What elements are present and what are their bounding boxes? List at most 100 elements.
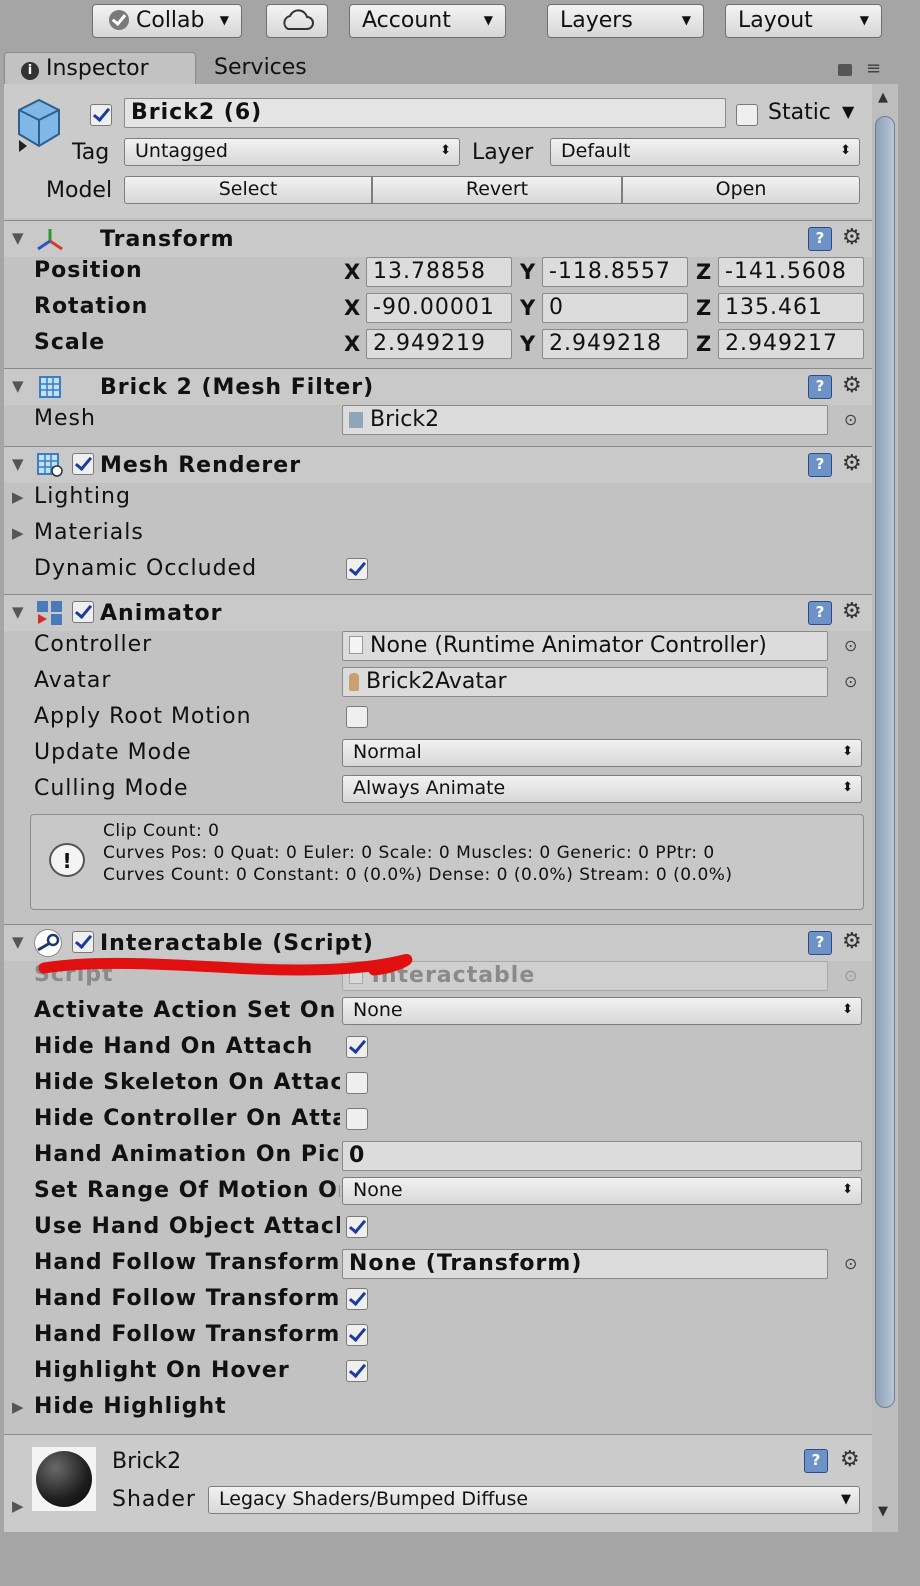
highlight-on-hover-checkbox[interactable]: [346, 1360, 368, 1382]
help-icon[interactable]: ?: [808, 453, 832, 477]
layers-button[interactable]: Layers ▼: [547, 4, 704, 38]
hand-animation-field[interactable]: 0: [342, 1141, 862, 1171]
hand-follow-transform-checkbox-2[interactable]: [346, 1288, 368, 1310]
gear-icon[interactable]: ⚙: [840, 1449, 860, 1471]
material-preview-sphere[interactable]: [32, 1447, 96, 1511]
materials-foldout[interactable]: Materials: [34, 518, 144, 548]
layer-dropdown[interactable]: Default ⬍: [550, 138, 860, 166]
highlight-on-hover-label: Highlight On Hover: [34, 1358, 290, 1383]
foldout-open-icon[interactable]: ▼: [12, 455, 24, 473]
transform-axes-icon: [37, 229, 63, 251]
static-dropdown-icon[interactable]: ▼: [842, 102, 854, 121]
layer-value: Default: [561, 140, 631, 162]
scale-x-field[interactable]: 2.949219: [366, 329, 512, 359]
object-picker-icon[interactable]: ⊙: [844, 1254, 857, 1273]
static-checkbox[interactable]: [736, 104, 758, 126]
culling-mode-dropdown[interactable]: Always Animate ⬍: [342, 775, 862, 803]
hand-follow-transform-checkbox-3[interactable]: [346, 1324, 368, 1346]
foldout-closed-icon[interactable]: ▶: [12, 524, 24, 542]
transform-header[interactable]: ▼ Transform ? ⚙: [4, 220, 872, 257]
updown-icon: ⬍: [842, 1002, 853, 1017]
chevron-down-icon: ▼: [483, 13, 493, 27]
mesh-filter-header[interactable]: ▼ Brick 2 (Mesh Filter) ? ⚙: [4, 368, 872, 405]
lighting-foldout[interactable]: Lighting: [34, 482, 131, 512]
object-active-checkbox[interactable]: [90, 104, 112, 126]
rotation-x-field[interactable]: -90.00001: [366, 293, 512, 323]
dynamic-occluded-checkbox[interactable]: [346, 558, 368, 580]
foldout-closed-icon[interactable]: ▶: [12, 1497, 24, 1515]
tab-inspector[interactable]: i Inspector: [4, 52, 196, 84]
foldout-open-icon[interactable]: ▼: [12, 377, 24, 395]
layout-button[interactable]: Layout ▼: [725, 4, 882, 38]
scroll-down-arrow-icon[interactable]: ▼: [878, 1504, 888, 1519]
hand-follow-transform-object-field[interactable]: None (Transform): [342, 1249, 828, 1279]
mesh-renderer-header[interactable]: ▼ Mesh Renderer ? ⚙: [4, 446, 872, 483]
object-picker-icon[interactable]: ⊙: [844, 672, 857, 691]
mesh-renderer-enabled-checkbox[interactable]: [72, 453, 94, 475]
model-revert-label: Revert: [465, 178, 529, 200]
object-picker-icon[interactable]: ⊙: [844, 410, 857, 429]
gear-icon[interactable]: ⚙: [842, 227, 862, 249]
gear-icon[interactable]: ⚙: [842, 453, 862, 475]
gear-icon[interactable]: ⚙: [842, 601, 862, 623]
use-hand-object-checkbox[interactable]: [346, 1216, 368, 1238]
model-select-label: Select: [218, 178, 278, 200]
apply-root-motion-checkbox[interactable]: [346, 706, 368, 728]
rotation-label: Rotation: [34, 294, 149, 319]
updown-icon: ⬍: [842, 1182, 853, 1197]
model-open-button[interactable]: Open: [622, 176, 860, 204]
foldout-open-icon[interactable]: ▼: [12, 603, 24, 621]
position-x-field[interactable]: 13.78858: [366, 257, 512, 287]
rotation-y-field[interactable]: 0: [542, 293, 688, 323]
scale-z-field[interactable]: 2.949217: [718, 329, 864, 359]
activate-action-set-dropdown[interactable]: None ⬍: [342, 997, 862, 1025]
avatar-object-field[interactable]: Brick2Avatar: [342, 667, 828, 697]
vertical-scrollbar[interactable]: ▲ ▼: [872, 84, 898, 1532]
object-name-field[interactable]: Brick2 (6): [124, 98, 726, 128]
lock-icon[interactable]: [838, 64, 852, 76]
hide-skeleton-checkbox[interactable]: [346, 1072, 368, 1094]
hide-hand-checkbox[interactable]: [346, 1036, 368, 1058]
help-icon[interactable]: ?: [808, 227, 832, 251]
account-button[interactable]: Account ▼: [349, 4, 506, 38]
help-icon[interactable]: ?: [808, 931, 832, 955]
foldout-closed-icon[interactable]: ▶: [12, 488, 24, 506]
object-picker-icon[interactable]: ⊙: [844, 636, 857, 655]
tab-menu-icon[interactable]: ≡: [866, 58, 881, 79]
transform-title: Transform: [100, 227, 235, 252]
tab-services[interactable]: Services: [214, 52, 307, 84]
chevron-down-icon: ▼: [841, 1492, 851, 1507]
gear-icon[interactable]: ⚙: [842, 931, 862, 953]
check-circle-icon: [109, 10, 129, 30]
avatar-value: Brick2Avatar: [366, 669, 507, 694]
help-icon[interactable]: ?: [808, 375, 832, 399]
rotation-z-field[interactable]: 135.461: [718, 293, 864, 323]
model-select-button[interactable]: Select: [124, 176, 372, 204]
mesh-value: Brick2: [370, 407, 440, 432]
mesh-renderer-title: Mesh Renderer: [100, 453, 302, 478]
mesh-object-field[interactable]: Brick2: [342, 405, 828, 435]
scrollbar-thumb[interactable]: [875, 116, 895, 1408]
position-y-field[interactable]: -118.8557: [542, 257, 688, 287]
shader-dropdown[interactable]: Legacy Shaders/Bumped Diffuse ▼: [208, 1486, 860, 1514]
position-z-field[interactable]: -141.5608: [718, 257, 864, 287]
help-icon[interactable]: ?: [808, 601, 832, 625]
scale-y-field[interactable]: 2.949218: [542, 329, 688, 359]
foldout-closed-icon[interactable]: ▶: [12, 1398, 24, 1416]
gear-icon[interactable]: ⚙: [842, 375, 862, 397]
cloud-button[interactable]: [266, 4, 328, 38]
update-mode-dropdown[interactable]: Normal ⬍: [342, 739, 862, 767]
controller-object-field[interactable]: None (Runtime Animator Controller): [342, 631, 828, 661]
animator-enabled-checkbox[interactable]: [72, 601, 94, 623]
foldout-open-icon[interactable]: ▼: [12, 229, 24, 247]
model-revert-button[interactable]: Revert: [372, 176, 622, 204]
hide-controller-checkbox[interactable]: [346, 1108, 368, 1130]
foldout-open-icon[interactable]: ▼: [12, 933, 24, 951]
scroll-up-arrow-icon[interactable]: ▲: [878, 90, 888, 105]
set-range-dropdown[interactable]: None ⬍: [342, 1177, 862, 1205]
animator-header[interactable]: ▼ Animator ? ⚙: [4, 594, 872, 631]
collab-button[interactable]: Collab ▼: [92, 4, 242, 38]
hide-highlight-foldout[interactable]: Hide Highlight: [34, 1392, 227, 1422]
help-icon[interactable]: ?: [804, 1449, 828, 1473]
tag-dropdown[interactable]: Untagged ⬍: [124, 138, 460, 166]
